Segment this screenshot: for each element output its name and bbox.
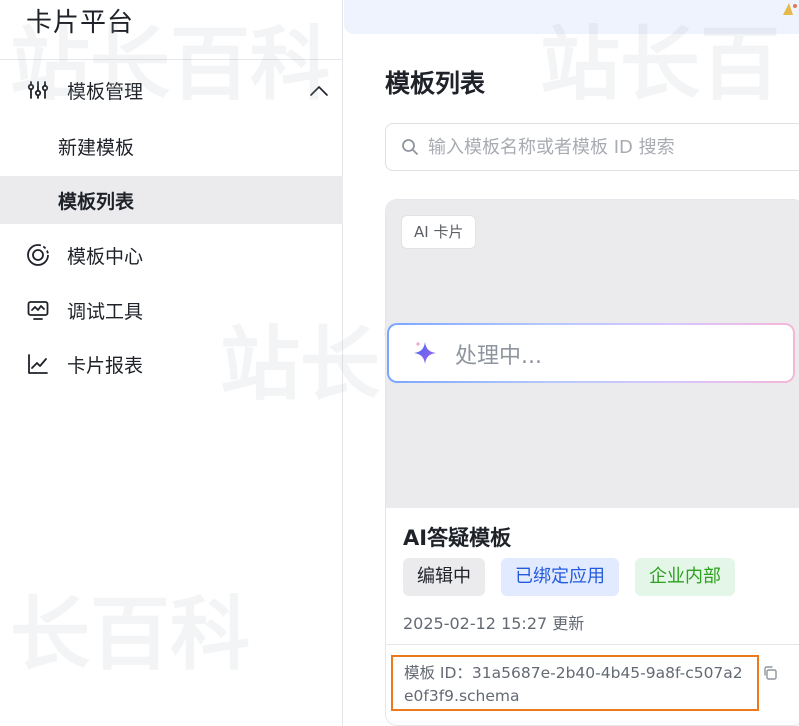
status-badge-editing: 编辑中 bbox=[403, 558, 485, 596]
nav-label: 新建模板 bbox=[58, 136, 135, 159]
processing-text: 处理中... bbox=[455, 344, 542, 369]
status-badges: 编辑中 已绑定应用 企业内部 bbox=[403, 558, 735, 596]
card-type-tag: AI 卡片 bbox=[401, 215, 477, 249]
divider bbox=[0, 59, 343, 60]
monitor-icon bbox=[26, 298, 50, 322]
nav-label: 模板中心 bbox=[67, 245, 144, 268]
template-id-highlight: 模板 ID：31a5687e-2b40-4b45-9a8f-c507a2e0f3… bbox=[391, 655, 759, 711]
sliders-icon bbox=[26, 78, 50, 102]
status-badge-internal: 企业内部 bbox=[635, 558, 735, 596]
card-preview: AI 卡片 处理中... bbox=[386, 200, 799, 508]
app-title: 卡片平台 bbox=[26, 8, 135, 38]
template-id: 模板 ID：31a5687e-2b40-4b45-9a8f-c507a2e0f3… bbox=[404, 664, 743, 705]
divider bbox=[386, 644, 799, 645]
search-icon bbox=[400, 137, 420, 157]
processing-indicator: 处理中... bbox=[387, 323, 795, 383]
nav-item-template-management[interactable]: 模板管理 bbox=[0, 66, 343, 114]
chevron-up-icon[interactable] bbox=[308, 80, 330, 102]
template-name: AI答疑模板 bbox=[403, 526, 512, 550]
nav-item-template-center[interactable]: 模板中心 bbox=[0, 231, 343, 279]
target-icon bbox=[26, 243, 50, 267]
nav-label: 模板管理 bbox=[67, 80, 144, 103]
notice-bar bbox=[344, 0, 799, 34]
page-title: 模板列表 bbox=[385, 69, 486, 98]
template-card[interactable]: AI 卡片 处理中... AI答疑模板 编辑中 已绑定应用 企业内部 2025-… bbox=[385, 199, 799, 726]
sidebar: 卡片平台 模板管理 新建模板 模板列表 模板中心 调试工具 卡片报表 bbox=[0, 0, 343, 726]
nav-item-debug-tools[interactable]: 调试工具 bbox=[0, 286, 343, 334]
search-box[interactable] bbox=[385, 123, 799, 171]
nav-label: 卡片报表 bbox=[67, 354, 144, 377]
chart-icon bbox=[26, 352, 50, 376]
updated-time: 2025-02-12 15:27 更新 bbox=[403, 614, 585, 633]
nav-label: 调试工具 bbox=[67, 300, 144, 323]
nav-item-template-list[interactable]: 模板列表 bbox=[0, 176, 343, 224]
search-input[interactable] bbox=[428, 132, 788, 162]
nav-label: 模板列表 bbox=[58, 190, 135, 213]
nav-item-card-report[interactable]: 卡片报表 bbox=[0, 340, 343, 388]
status-badge-bound-app: 已绑定应用 bbox=[501, 558, 619, 596]
nav-item-new-template[interactable]: 新建模板 bbox=[0, 122, 343, 170]
copy-icon[interactable] bbox=[762, 665, 778, 681]
party-icon bbox=[777, 0, 799, 15]
ai-sparkle-icon bbox=[411, 339, 439, 367]
